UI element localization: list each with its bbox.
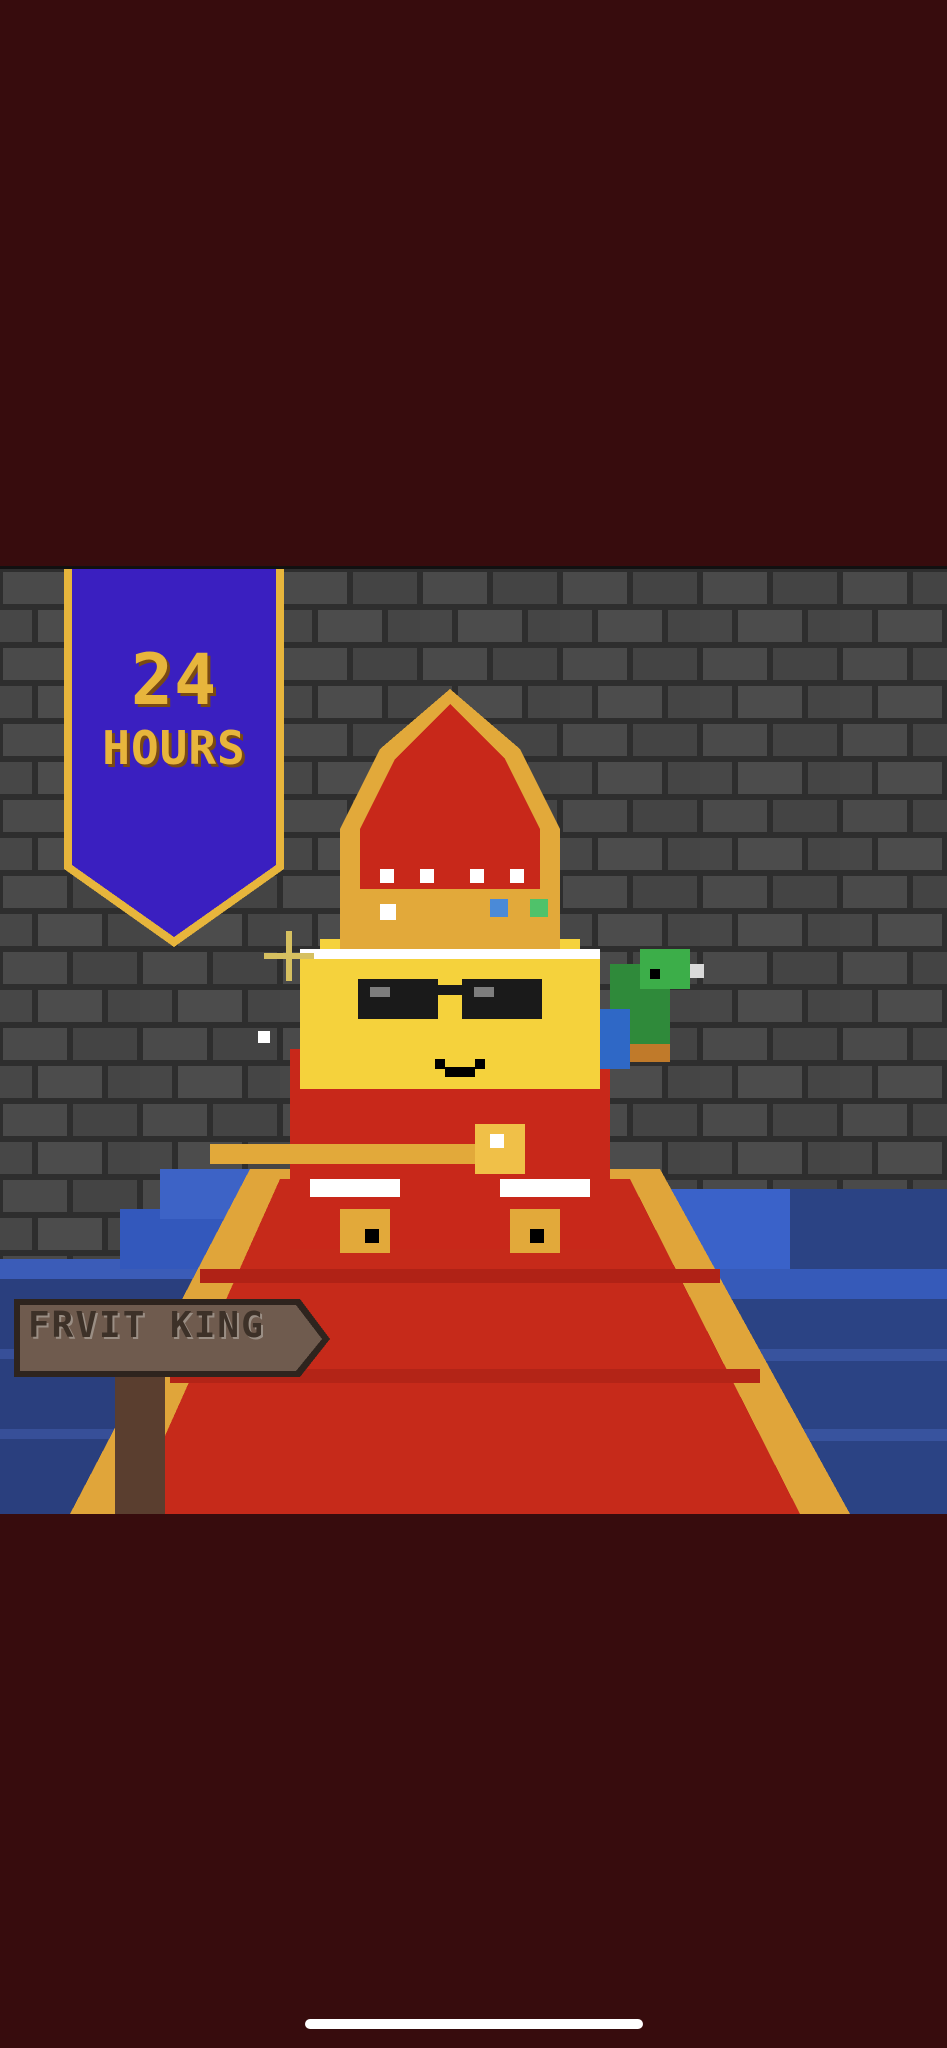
sunglasses [358, 979, 438, 1019]
banner-hours-number: 24 [130, 639, 218, 721]
banner-hours-label: HOURS [102, 721, 246, 775]
home-indicator[interactable] [305, 2019, 643, 2029]
signpost-label: FRVIT KING [28, 1305, 265, 1346]
king-character [300, 939, 600, 1089]
game-scene: 24 HOURS FRVIT KING [0, 566, 947, 1514]
